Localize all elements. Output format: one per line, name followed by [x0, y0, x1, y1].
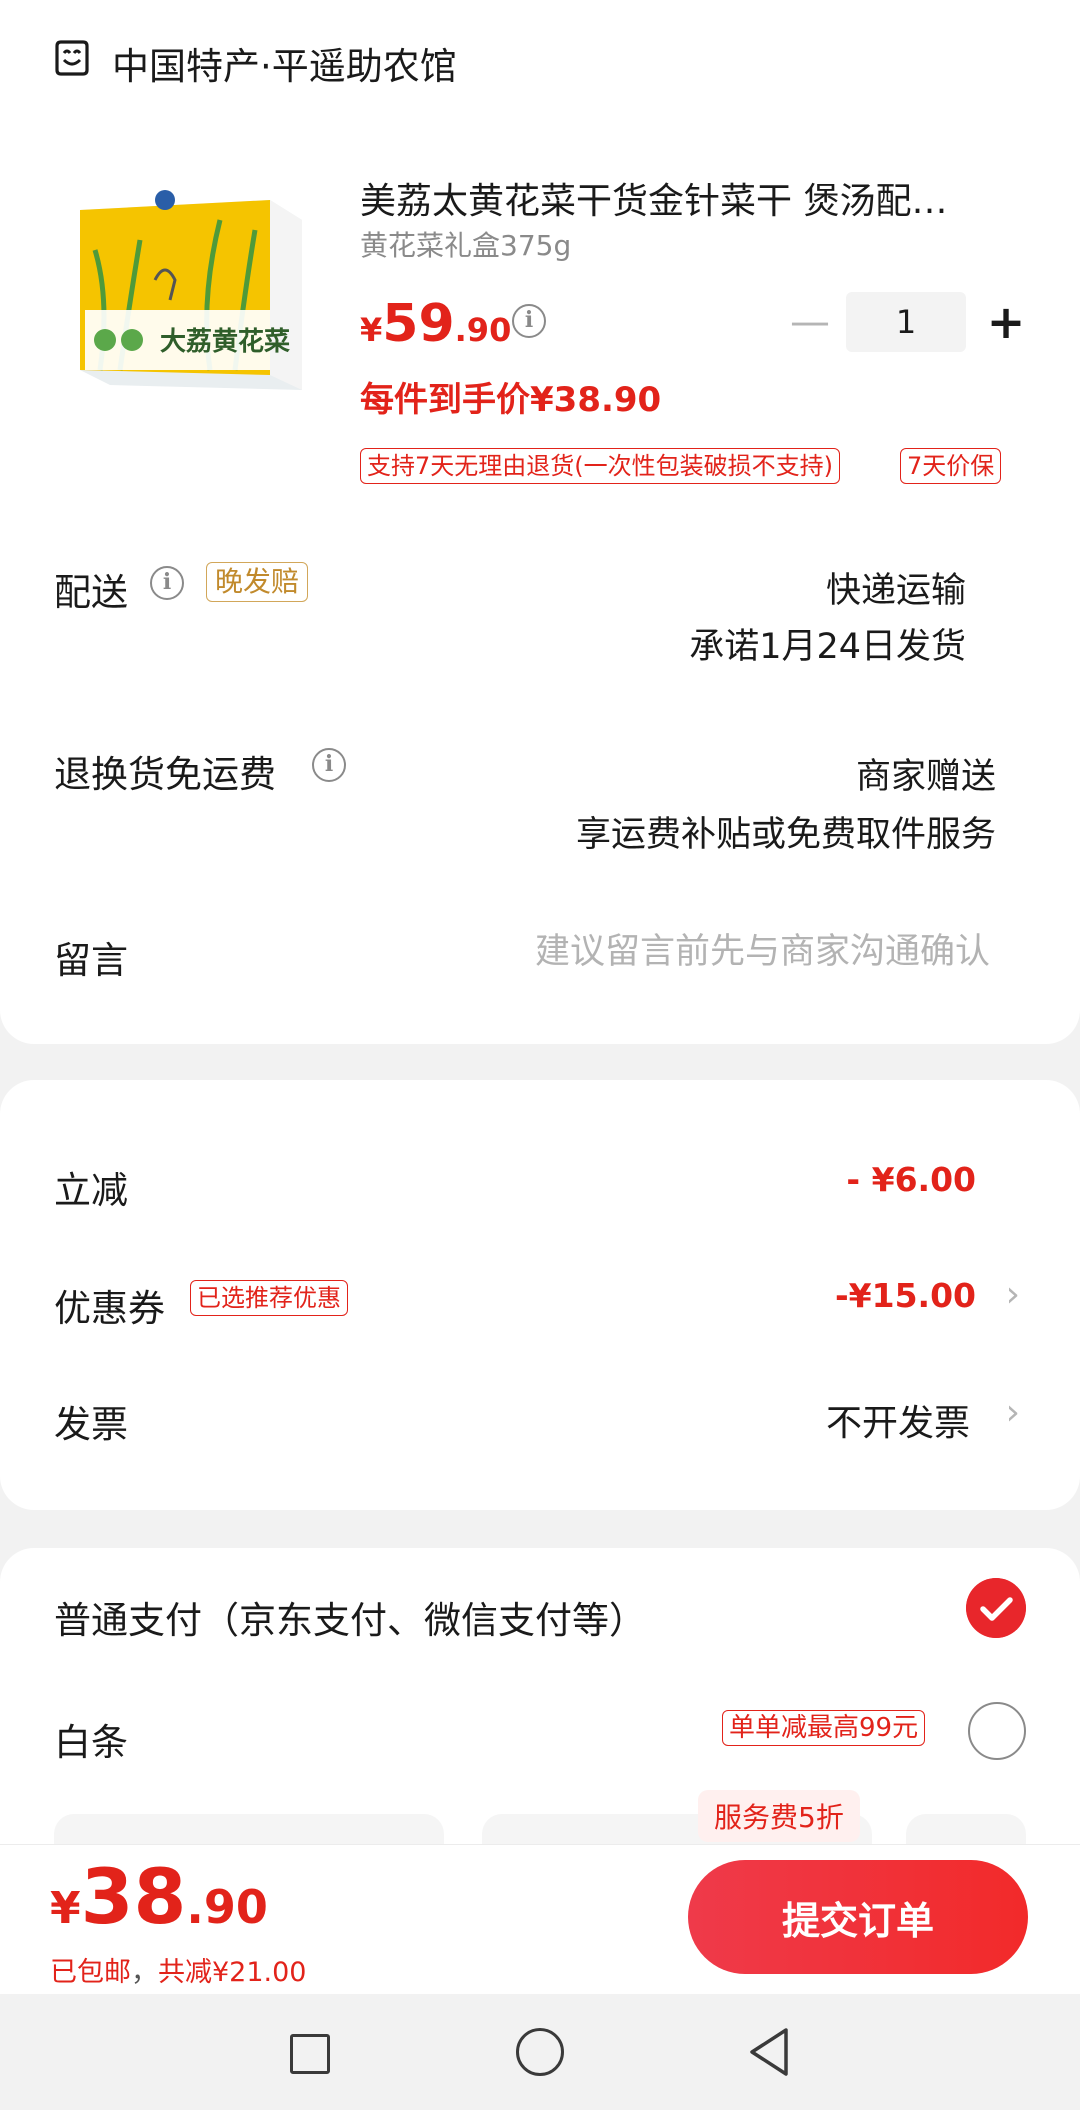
service-fee-badge: 服务费5折 — [698, 1790, 860, 1842]
price-protect-tag: 7天价保 — [900, 448, 1002, 484]
total-symbol: ¥ — [50, 1883, 81, 1934]
home-icon[interactable] — [516, 2028, 564, 2076]
total-saved-text[interactable]: 共减¥21.00 — [158, 1957, 306, 1988]
product-price: ¥59.90 — [360, 294, 511, 354]
shop-icon — [55, 40, 89, 76]
free-return-label: 退换货免运费 — [54, 753, 276, 796]
delivery-promise[interactable]: 承诺1月24日发货 — [689, 618, 966, 669]
price-symbol: ¥ — [360, 311, 383, 349]
product-image[interactable]: 大荔黄花菜 — [70, 180, 310, 400]
product-title[interactable]: 美荔太黄花菜干货金针菜干 煲汤配… — [360, 172, 1000, 224]
final-price-per-item: 每件到手价¥38.90 — [360, 380, 662, 420]
late-delivery-compensation-tag: 晚发赔 — [206, 562, 309, 602]
quantity-increase-button[interactable]: + — [984, 298, 1028, 346]
price-integer: 59 — [382, 294, 455, 354]
total-integer: 38 — [80, 1852, 187, 1941]
total-note-separator: ， — [131, 1957, 158, 1988]
quantity-decrease-button[interactable]: — — [790, 302, 830, 342]
payment-option-standard[interactable]: 普通支付（京东支付、微信支付等） — [54, 1590, 646, 1644]
submit-order-button[interactable]: 提交订单 — [688, 1860, 1028, 1974]
instant-discount-label: 立减 — [54, 1169, 128, 1212]
price-info-icon[interactable]: i — [512, 304, 546, 338]
free-return-description: 享运费补贴或免费取件服务 — [575, 815, 996, 855]
total-decimal: .90 — [186, 1880, 268, 1934]
total-price: ¥38.90 — [50, 1852, 268, 1941]
coupon-value[interactable]: -¥15.00 — [835, 1276, 976, 1315]
coupon-label[interactable]: 优惠券 — [54, 1278, 165, 1332]
delivery-label: 配送 — [54, 571, 128, 614]
free-return-provider: 商家赠送 — [855, 757, 996, 797]
free-return-info-icon[interactable]: i — [312, 748, 346, 782]
order-item-card — [0, 0, 1080, 1044]
quantity-value[interactable]: 1 — [846, 292, 966, 352]
invoice-value[interactable]: 不开发票 — [826, 1394, 970, 1446]
total-note[interactable]: 已包邮，共减¥21.00 — [50, 1950, 306, 1989]
product-spec[interactable]: 黄花菜礼盒375g — [360, 224, 571, 264]
delivery-method[interactable]: 快递运输 — [826, 562, 966, 613]
delivery-info-icon[interactable]: i — [150, 566, 184, 600]
payment-selected-check-icon[interactable] — [966, 1578, 1026, 1638]
payment-option-baitiao[interactable]: 白条 — [54, 1712, 128, 1766]
price-decimal: .90 — [454, 311, 512, 349]
product-image-text: 大荔黄花菜 — [160, 327, 290, 357]
note-label: 留言 — [54, 939, 128, 982]
shipping-free-text: 已包邮 — [50, 1957, 131, 1988]
invoice-chevron-right-icon[interactable]: › — [1006, 1392, 1020, 1433]
recent-apps-icon[interactable] — [290, 2034, 330, 2074]
back-icon[interactable] — [746, 2026, 792, 2078]
invoice-label[interactable]: 发票 — [54, 1394, 128, 1448]
return-policy-tag: 支持7天无理由退货(一次性包装破损不支持) — [360, 448, 840, 484]
baitiao-radio-button[interactable] — [968, 1702, 1026, 1760]
note-input[interactable] — [430, 924, 990, 980]
coupon-chevron-right-icon[interactable]: › — [1006, 1274, 1020, 1315]
shop-name[interactable]: 中国特产·平遥助农馆 — [112, 36, 457, 90]
coupon-recommended-tag: 已选推荐优惠 — [190, 1280, 348, 1316]
instant-discount-value: - ¥6.00 — [846, 1160, 976, 1199]
baitiao-promo-tag: 单单减最高99元 — [722, 1710, 926, 1746]
